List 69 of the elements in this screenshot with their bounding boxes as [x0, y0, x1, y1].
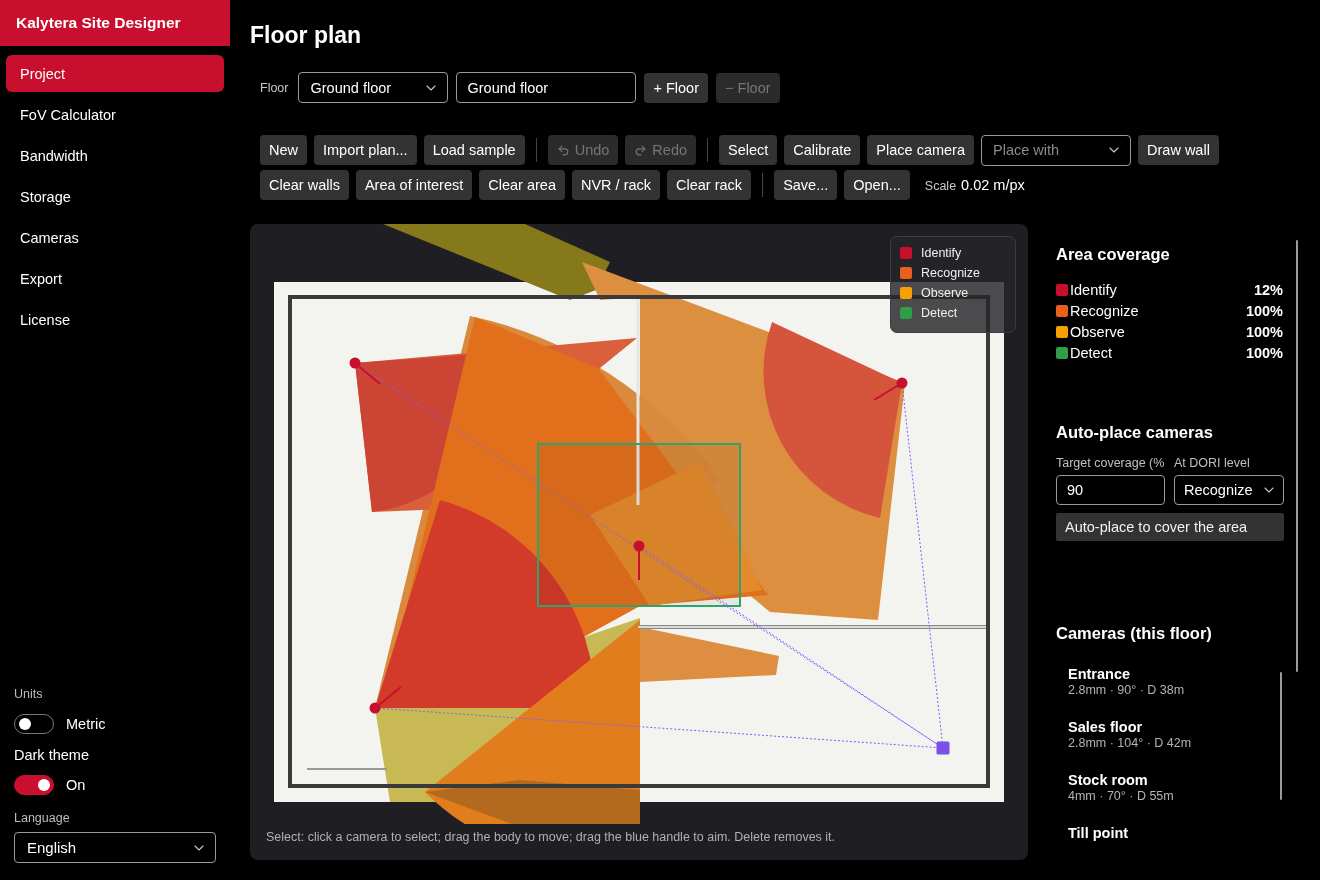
floor-name-input[interactable]: Ground floor: [456, 72, 637, 103]
setting-label: Units: [14, 687, 43, 701]
coverage-value: 100%: [1245, 344, 1284, 361]
section-title: Auto-place cameras: [1056, 422, 1213, 442]
legend-label: Identify: [921, 246, 962, 260]
toolbar-button[interactable]: Clear rack: [667, 170, 752, 200]
language-select[interactable]: English: [14, 832, 216, 863]
nav-item[interactable]: Cameras: [6, 219, 224, 256]
redo-icon: [634, 143, 648, 157]
floor-select[interactable]: Ground floor: [298, 72, 449, 103]
field-label: Floor: [260, 80, 289, 95]
camera-name[interactable]: Till point: [1068, 825, 1129, 842]
toolbar-button[interactable]: Draw wall: [1138, 135, 1219, 165]
section-title: Cameras (this floor): [1056, 623, 1212, 643]
coverage-label: Observe: [1070, 323, 1126, 340]
dori-level-select[interactable]: Recognize: [1174, 475, 1284, 505]
toolbar-button[interactable]: Clear area: [479, 170, 565, 200]
undo-icon: [556, 143, 570, 157]
toolbar-button[interactable]: Select: [719, 135, 778, 165]
camera-details: 2.8mm · 90° · D 38m: [1068, 683, 1185, 697]
camera-name[interactable]: Sales floor: [1068, 719, 1143, 736]
page-title: Floor plan: [250, 21, 362, 50]
coverage-value: 100%: [1245, 302, 1284, 319]
toolbar-button[interactable]: Place camera: [867, 135, 974, 165]
nav-item[interactable]: Export: [6, 260, 224, 297]
nav-item[interactable]: Project: [6, 55, 224, 92]
hint-text: Select: click a camera to select; drag the body to move; drag the blue handle to aim. Delete removes it.: [265, 830, 837, 844]
toggle-label: Metric: [66, 716, 106, 732]
section-title: Area coverage: [1056, 244, 1170, 264]
camera-name[interactable]: Stock room: [1068, 772, 1148, 789]
scale-value: 0.02 m/px: [961, 177, 1025, 193]
coverage-value: 12%: [1253, 281, 1284, 298]
scrollbar[interactable]: [1280, 672, 1282, 800]
app-title: Kalytera Site Designer: [0, 0, 230, 46]
scrollbar[interactable]: [1296, 240, 1298, 672]
toolbar-button[interactable]: New: [260, 135, 307, 165]
camera-name[interactable]: Entrance: [1068, 666, 1131, 683]
place-with-select[interactable]: Place with: [981, 134, 1131, 166]
target-coverage-input[interactable]: 90: [1056, 475, 1165, 505]
scale-label: Scale: [924, 179, 957, 193]
nav-item[interactable]: Bandwidth: [6, 137, 224, 174]
toggle-label: On: [66, 777, 86, 793]
legend-label: Recognize: [921, 266, 981, 280]
legend-label: Observe: [921, 286, 969, 300]
toolbar-button[interactable]: Area of interest: [355, 170, 473, 200]
nav-item[interactable]: License: [6, 301, 224, 338]
coverage-value: 100%: [1245, 323, 1284, 340]
field-label: Target coverage (%: [1056, 456, 1165, 470]
setting-label: Language: [14, 811, 70, 825]
coverage-label: Detect: [1070, 344, 1113, 361]
toolbar-button[interactable]: Clear walls: [260, 170, 349, 200]
field-label: At DORI level: [1174, 456, 1251, 470]
coverage-label: Recognize: [1070, 302, 1140, 319]
nav-item[interactable]: FoV Calculator: [6, 96, 224, 133]
nav-item[interactable]: Storage: [6, 178, 224, 215]
toolbar-button[interactable]: NVR / rack: [571, 170, 661, 200]
auto-place-button[interactable]: Auto-place to cover the area: [1056, 513, 1284, 541]
toolbar-button[interactable]: Open...: [844, 170, 910, 200]
toolbar-button[interactable]: Calibrate: [784, 135, 861, 165]
setting-label: Dark theme: [14, 746, 89, 765]
toolbar-button[interactable]: Import plan...: [314, 135, 417, 165]
coverage-label: Identify: [1070, 281, 1118, 298]
camera-details: 2.8mm · 104° · D 42m: [1068, 736, 1192, 750]
toolbar-button[interactable]: Load sample: [423, 135, 525, 165]
floor-button[interactable]: + Floor: [644, 72, 709, 103]
legend-label: Detect: [921, 306, 958, 320]
camera-details: 4mm · 70° · D 55m: [1068, 789, 1174, 803]
toggle-switch[interactable]: [14, 775, 54, 795]
toolbar-button[interactable]: Save...: [774, 170, 838, 200]
